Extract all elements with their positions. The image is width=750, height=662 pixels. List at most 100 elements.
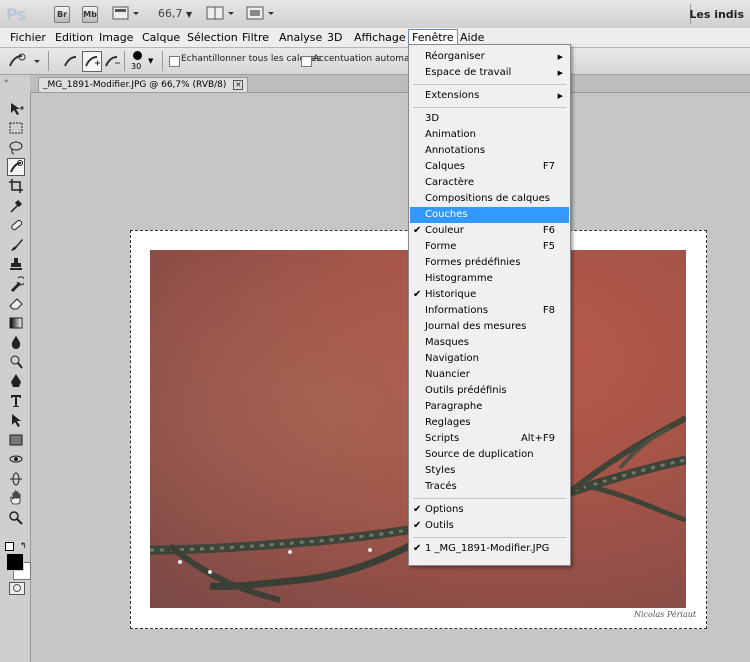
shape-tool[interactable] [8, 432, 24, 448]
menu-item-forme[interactable]: Forme F5 [410, 239, 569, 255]
default-colors-icon[interactable] [5, 542, 14, 551]
menu-item-formes-pr-d-finies[interactable]: Formes prédéfinies [410, 255, 569, 271]
type-tool[interactable] [8, 393, 24, 409]
arrange-documents-dropdown[interactable] [206, 6, 236, 21]
menu-item-caract-re[interactable]: Caractère [410, 175, 569, 191]
menu-item-compositions-de-calques[interactable]: Compositions de calques [410, 191, 569, 207]
swap-colors-icon[interactable]: ↰ [20, 541, 27, 550]
menu-item-paragraphe[interactable]: Paragraphe [410, 399, 569, 415]
menu-item-navigation[interactable]: Navigation [410, 351, 569, 367]
crop-tool[interactable] [8, 178, 24, 194]
bridge-button[interactable]: Br [54, 6, 70, 23]
menu-item-source-de-duplication[interactable]: Source de duplication [410, 447, 569, 463]
menu-image[interactable]: Image [96, 30, 136, 45]
eraser-tool[interactable] [8, 295, 24, 311]
menu-item-calques[interactable]: Calques F7 [410, 159, 569, 175]
menu-item-couleur[interactable]: ✔ Couleur F6 [410, 223, 569, 239]
collapse-panel-icon[interactable]: » [4, 77, 26, 85]
menu-item-label: Forme [425, 241, 457, 252]
healing-brush-tool[interactable] [8, 217, 24, 233]
lasso-tool[interactable] [8, 139, 24, 155]
clone-stamp-tool[interactable] [8, 256, 24, 272]
auto-enhance-checkbox[interactable] [301, 56, 312, 67]
quick-mask-icon [13, 584, 21, 592]
menu-item-masques[interactable]: Masques [410, 335, 569, 351]
menu-filtre[interactable]: Filtre [239, 30, 272, 45]
quick-selection-tool[interactable] [7, 157, 25, 176]
menu-item-nuancier[interactable]: Nuancier [410, 367, 569, 383]
options-bar: 30 ▼ Echantillonner tous les calques Acc… [0, 48, 750, 75]
brush-icon [11, 238, 23, 251]
menu-edition[interactable]: Edition [52, 30, 96, 45]
menu-item-annotations[interactable]: Annotations [410, 143, 569, 159]
new-selection-button[interactable] [62, 52, 80, 70]
menu-item-trac-s[interactable]: Tracés [410, 479, 569, 495]
menu-item-outils-pr-d-finis[interactable]: Outils prédéfinis [410, 383, 569, 399]
workspace-switcher[interactable]: Les indis [689, 8, 744, 21]
zoom-tool[interactable] [8, 510, 24, 526]
menu-3d[interactable]: 3D [324, 30, 345, 45]
quick-mask-button[interactable] [9, 582, 25, 595]
path-selection-tool[interactable] [8, 412, 24, 428]
view-extras-icon [112, 6, 139, 20]
pen-tool[interactable] [8, 373, 24, 389]
3d-rotate-icon [9, 455, 23, 463]
sample-all-layers-checkbox[interactable] [169, 56, 180, 67]
tool-preset-picker[interactable] [4, 52, 44, 70]
dodge-tool[interactable] [8, 354, 24, 370]
marquee-tool[interactable] [8, 120, 24, 136]
view-extras-dropdown[interactable] [112, 6, 140, 21]
screen-mode-dropdown[interactable] [246, 6, 276, 21]
foreground-color-swatch[interactable] [6, 553, 24, 571]
blur-tool[interactable] [8, 334, 24, 350]
menu-item-options[interactable]: ✔ Options [410, 502, 569, 518]
menu-bar: Fichier Edition Image Calque Sélection F… [0, 28, 750, 48]
brush-tip-icon [133, 51, 142, 60]
document-tab[interactable]: _MG_1891-Modifier.JPG @ 66,7% (RVB/8) ✕ [38, 77, 249, 92]
menu-selection[interactable]: Sélection [184, 30, 241, 45]
menu-item-espace-de-travail[interactable]: Espace de travail ▶ [410, 65, 569, 81]
menu-item-couches[interactable]: Couches [410, 207, 569, 223]
mini-bridge-button[interactable]: Mb [82, 6, 98, 23]
menu-item-extensions[interactable]: Extensions ▶ [410, 88, 569, 104]
menu-item-1-mg-1891-modifier-jpg[interactable]: ✔ 1 _MG_1891-Modifier.JPG [410, 541, 569, 557]
3d-orbit-tool[interactable] [8, 471, 24, 487]
menu-item-r-organiser[interactable]: Réorganiser ▶ [410, 49, 569, 65]
submenu-arrow-icon: ▶ [557, 69, 563, 77]
menu-separator [413, 107, 566, 108]
close-icon[interactable]: ✕ [233, 80, 244, 90]
menu-item-label: Paragraphe [425, 401, 483, 412]
3d-rotate-tool[interactable] [8, 451, 24, 467]
move-tool[interactable] [8, 100, 24, 116]
brush-subtract-icon [105, 56, 120, 67]
menu-item-reglages[interactable]: Reglages [410, 415, 569, 431]
tools-panel: » ↰ [0, 75, 31, 662]
menu-aide[interactable]: Aide [457, 30, 487, 45]
menu-affichage[interactable]: Affichage [351, 30, 409, 45]
add-to-selection-button[interactable] [82, 51, 102, 72]
menu-analyse[interactable]: Analyse [276, 30, 325, 45]
menu-item-label: Scripts [425, 433, 460, 444]
menu-item-historique[interactable]: ✔ Historique [410, 287, 569, 303]
menu-item-animation[interactable]: Animation [410, 127, 569, 143]
menu-item-3d[interactable]: 3D [410, 111, 569, 127]
hand-icon [10, 490, 21, 505]
menu-item-outils[interactable]: ✔ Outils [410, 518, 569, 534]
brush-tool[interactable] [8, 237, 24, 253]
hand-tool[interactable] [8, 490, 24, 506]
menu-calque[interactable]: Calque [139, 30, 183, 45]
menu-item-journal-des-mesures[interactable]: Journal des mesures [410, 319, 569, 335]
menu-item-informations[interactable]: Informations F8 [410, 303, 569, 319]
healing-brush-icon [11, 219, 23, 231]
menu-item-histogramme[interactable]: Histogramme [410, 271, 569, 287]
eyedropper-tool[interactable] [8, 198, 24, 214]
document-tabs: _MG_1891-Modifier.JPG @ 66,7% (RVB/8) ✕ [30, 75, 750, 93]
gradient-tool[interactable] [8, 315, 24, 331]
zoom-level[interactable]: 66,7 ▼ [158, 7, 192, 20]
brush-size-picker[interactable]: 30 ▼ [128, 50, 158, 72]
menu-item-styles[interactable]: Styles [410, 463, 569, 479]
menu-item-scripts[interactable]: Scripts Alt+F9 [410, 431, 569, 447]
history-brush-tool[interactable] [8, 275, 26, 292]
menu-fichier[interactable]: Fichier [7, 30, 49, 45]
subtract-from-selection-button[interactable] [103, 52, 121, 70]
